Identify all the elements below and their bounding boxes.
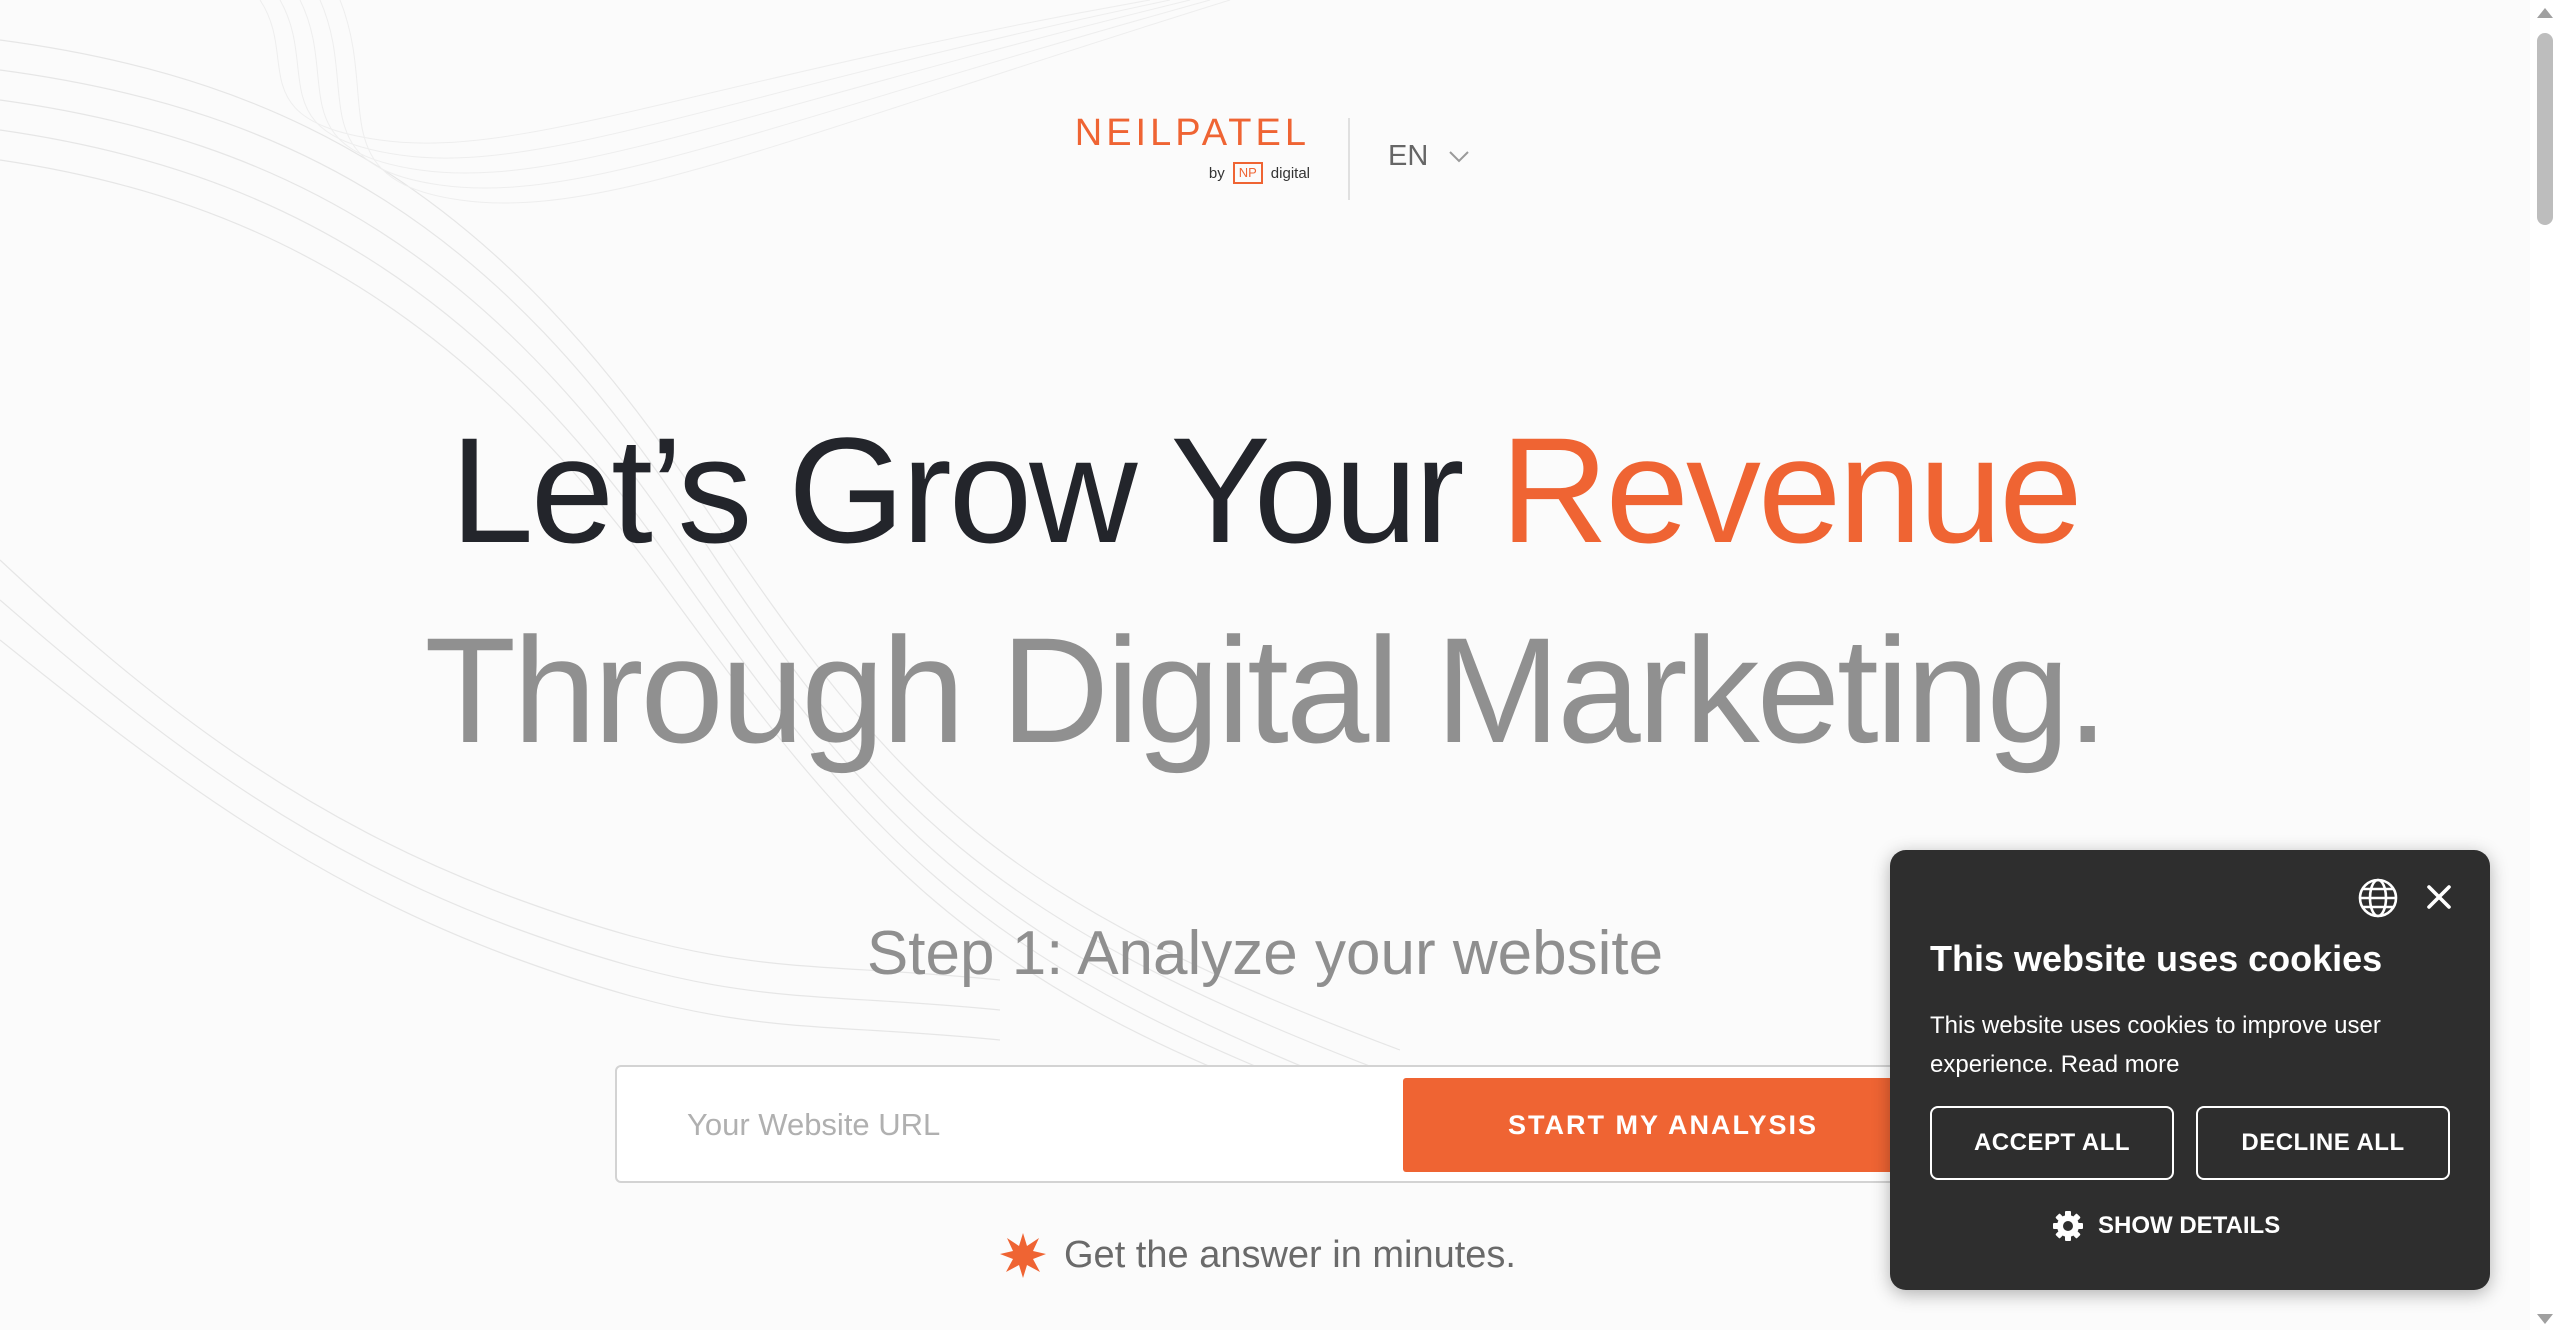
scroll-down-arrow-icon[interactable]: [2537, 1314, 2553, 1324]
logo-digital-text: digital: [1270, 164, 1310, 182]
show-details-label: SHOW DETAILS: [2098, 1212, 2281, 1239]
gear-icon: [2053, 1211, 2083, 1241]
start-analysis-button[interactable]: START MY ANALYSIS: [1403, 1078, 1963, 1172]
answer-text: Get the answer in minutes.: [1064, 1233, 1516, 1276]
cookie-banner: This website uses cookies This website u…: [1890, 850, 2490, 1290]
hero-heading-line-2: Through Digital Marketing.: [424, 606, 2108, 774]
page: NEILPATEL by NP digital EN Let’s Grow Yo…: [0, 0, 2560, 1330]
np-badge: NP: [1232, 162, 1263, 184]
starburst-icon: [1000, 1233, 1046, 1278]
logo-by-text: by: [1208, 164, 1225, 182]
site-header: NEILPATEL by NP digital EN: [1050, 110, 1470, 200]
scroll-up-arrow-icon[interactable]: [2537, 8, 2553, 18]
hero-heading-line-1: Let’s Grow Your Revenue: [0, 400, 2530, 580]
hero-heading-main: Let’s Grow Your: [450, 406, 1501, 574]
decline-all-button[interactable]: DECLINE ALL: [2196, 1106, 2450, 1180]
logo-byline: by NP digital: [1050, 162, 1310, 184]
cookie-description: This website uses cookies to improve use…: [1930, 1006, 2450, 1084]
language-label: EN: [1388, 140, 1429, 172]
logo-wordmark: NEILPATEL: [1074, 112, 1310, 154]
chevron-down-icon: [1449, 150, 1470, 162]
cookie-title: This website uses cookies: [1930, 938, 2383, 979]
url-analysis-form: START MY ANALYSIS: [615, 1065, 1975, 1183]
scrollbar-thumb[interactable]: [2537, 33, 2553, 225]
scrollbar[interactable]: [2530, 0, 2560, 1330]
close-icon[interactable]: [2422, 880, 2456, 914]
show-details-button[interactable]: SHOW DETAILS: [2052, 1210, 2280, 1242]
neilpatel-logo[interactable]: NEILPATEL by NP digital: [1050, 110, 1310, 184]
read-more-link[interactable]: Read more: [2061, 1051, 2180, 1078]
answer-note: Get the answer in minutes.: [1000, 1232, 1516, 1278]
header-divider: [1348, 118, 1350, 200]
hero-heading-accent: Revenue: [1500, 406, 2082, 574]
accept-all-button[interactable]: ACCEPT ALL: [1930, 1106, 2174, 1180]
globe-icon[interactable]: [2356, 876, 2400, 920]
website-url-input[interactable]: [685, 1067, 1289, 1183]
language-selector[interactable]: EN: [1388, 140, 1470, 173]
